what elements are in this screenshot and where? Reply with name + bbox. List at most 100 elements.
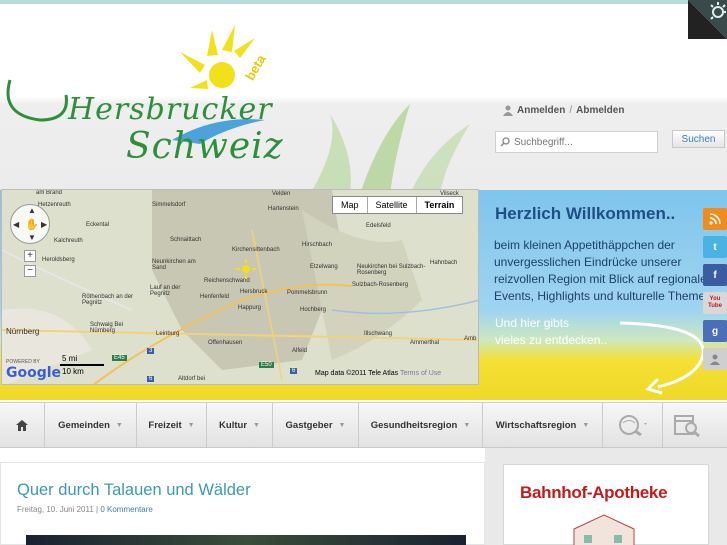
youtube-icon[interactable]: You Tube [703,292,727,314]
search-field[interactable] [495,131,658,153]
post-image[interactable] [26,535,466,545]
logo-title-line2: Schweiz [126,126,284,167]
chevron-down-icon: ▼ [187,421,195,429]
map-place: Alfeld [292,348,308,354]
nav-label: Wirtschaftsregion [495,419,577,431]
pan-up-icon[interactable]: ▲ [28,206,36,215]
pan-right-icon[interactable]: ▶ [41,220,47,229]
pharmacy-ad[interactable]: Bahnhof-Apotheke [503,464,709,545]
nav-gastgeber[interactable]: Gastgeber ▼ [273,403,359,447]
home-icon [16,419,28,431]
search-input[interactable] [514,136,654,148]
map-place: Simmelsdorf [152,202,186,208]
ad-title: Bahnhof-Apotheke [520,483,668,502]
map-place: Neunkirchen am Sand [152,259,196,271]
map-place: Velden [272,191,291,197]
map-place: Heroldsberg [42,257,75,263]
chevron-down-icon: ▼ [115,421,123,429]
post-title[interactable]: Quer durch Talauen und Wälder [17,481,251,500]
google-logo[interactable]: Google [6,365,61,381]
calendar-search-icon [674,415,700,437]
map-place: Hetzenreuth [38,202,71,208]
facebook-glyph: f [713,269,717,281]
map-place: Neukirchen bei Sulzbach-Rosenberg [357,264,426,276]
map-place: Kirchensittenbach [232,247,280,253]
site-logo[interactable]: Hersbrucker Schweiz beta [0,20,300,180]
map-place: Hirschbach [302,242,333,248]
map-place: Altdorf bei [178,376,206,382]
corner-sun-badge-icon[interactable] [688,0,727,39]
road-shield: 6 [147,376,155,382]
twitter-icon[interactable]: t [703,236,727,258]
post-comments-link[interactable]: 0 Kommentare [100,505,152,514]
map-pan-control[interactable]: ▲ ◀ ▶ ▼ ✋ [10,204,50,244]
sidebar: Bahnhof-Apotheke [485,448,727,545]
login-link[interactable]: Anmelden [517,105,565,116]
facebook-icon[interactable]: f [703,264,727,286]
map-copyright: Map data ©2011 Tele Atlas Terms of Use [315,370,441,377]
nav-gesundheitsregion[interactable]: Gesundheitsregion ▼ [359,403,483,447]
nav-label: Gemeinden [58,419,110,431]
pan-down-icon[interactable]: ▼ [28,233,36,242]
nav-wirtschaftsregion[interactable]: Wirtschaftsregion ▼ [483,403,603,447]
search-button[interactable]: Suchen [672,130,725,148]
sun-marker-icon[interactable] [236,259,256,279]
curved-arrow-icon [619,321,705,395]
map-copyright-text: Map data ©2011 Tele Atlas [315,370,399,377]
youtube-glyph: You Tube [708,296,722,309]
region-map[interactable]: Map Satellite Terrain ▲ ◀ ▶ ▼ ✋ + − am B… [1,189,479,385]
grass-decoration [312,104,470,190]
map-place: Amb [464,336,477,342]
zoom-in-button[interactable]: + [24,250,36,262]
map-place: Pommelsbrunn [287,290,328,296]
scale-bar [60,364,104,366]
nav-label: Gesundheitsregion [370,419,458,431]
map-place: Illschwang [364,331,393,337]
road-shield: E50 [259,362,274,368]
map-place: Nürnberg [6,327,40,336]
welcome-text: beim kleinen Appetithäppchen der unverge… [494,238,716,303]
zoom-out-button[interactable]: − [24,265,36,277]
logo-title-line1: Hersbrucker [68,92,273,127]
map-place: Ammerthal [410,340,440,346]
nav-freizeit[interactable]: Freizeit ▼ [137,403,207,447]
nav-calendar-search[interactable] [663,403,711,447]
map-place: Röthenbach an der Pegnitz [82,294,134,306]
map-type-satellite[interactable]: Satellite [368,197,417,213]
map-scale: 5 mi 10 km [60,354,118,378]
globe-search-icon [618,415,647,436]
nav-gemeinden[interactable]: Gemeinden ▼ [45,403,137,447]
login-separator: / [569,105,573,116]
map-place: Hochberg [300,307,327,313]
map-place: Hersbruck [240,289,268,295]
scale-miles: 5 mi [62,354,78,363]
map-place: Sulzbach-Rosenberg [352,282,409,288]
post-date: Freitag, 10. Juni 2011 [17,505,94,514]
nav-globe-search[interactable] [603,403,663,447]
google-glyph: g [711,325,719,337]
post-meta-separator: | [96,505,99,514]
map-type-switcher: Map Satellite Terrain [332,196,464,214]
nav-label: Gastgeber [285,419,333,431]
pan-left-icon[interactable]: ◀ [13,220,19,229]
scale-km: 10 km [62,367,84,376]
nav-kultur[interactable]: Kultur ▼ [207,403,273,447]
chevron-down-icon: ▼ [463,421,471,429]
person-icon[interactable] [703,348,727,370]
map-place: Vilseck [440,191,459,197]
road-shield: 3 [147,348,155,354]
map-place: Hartenstein [268,206,299,212]
google-plus-icon[interactable]: g [703,320,727,342]
house-illustration [573,514,635,545]
hand-icon: ✋ [25,219,39,231]
map-place: Lauf an der Pegnitz [150,285,181,297]
map-type-terrain[interactable]: Terrain [417,197,463,213]
chevron-down-icon: ▼ [253,421,260,429]
nav-home[interactable] [0,403,45,447]
logout-link[interactable]: Abmelden [576,105,624,116]
rss-icon[interactable] [703,208,727,230]
user-icon [503,105,513,116]
map-place: Kalchreuth [54,238,83,244]
map-terms-link[interactable]: Terms of Use [400,370,441,377]
map-type-map[interactable]: Map [333,197,368,213]
